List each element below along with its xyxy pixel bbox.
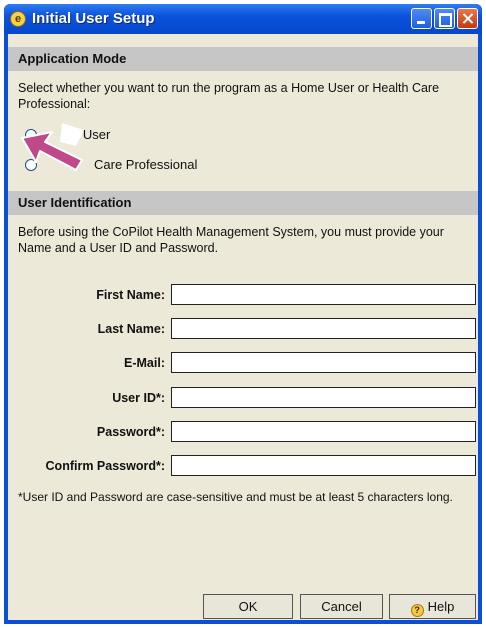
email-label: E-Mail: [124,356,165,370]
maximize-button[interactable] [434,8,455,29]
help-icon: ? [410,604,424,617]
close-button[interactable] [457,8,478,29]
health-care-professional-label[interactable]: Care Professional [94,157,197,172]
app-mode-description: Select whether you want to run the progr… [18,81,440,111]
section-header-user-id: User Identification [8,191,478,215]
user-id-label: User ID*: [112,391,165,405]
dialog-body: Application Mode Select whether you want… [8,34,478,620]
password-requirements-note: *User ID and Password are case-sensitive… [18,490,453,504]
title-bar[interactable]: e Initial User Setup [4,4,482,34]
ok-button[interactable]: OK [203,594,293,619]
user-id-description: Before using the CoPilot Health Manageme… [18,225,444,255]
last-name-label: Last Name: [97,322,165,336]
password-label: Password*: [96,425,165,439]
confirm-password-input[interactable] [171,455,476,476]
first-name-label: First Name: [96,288,165,302]
cancel-button[interactable]: Cancel [300,594,383,619]
confirm-password-label: Confirm Password*: [45,459,165,473]
password-input[interactable] [171,421,476,442]
first-name-input[interactable] [171,284,476,305]
dialog-window: e Initial User Setup Application Mode Se… [4,4,482,624]
email-input[interactable] [171,352,476,373]
last-name-input[interactable] [171,318,476,339]
section-header-app-mode: Application Mode [8,47,478,71]
help-button[interactable]: ? Help [389,594,476,619]
window-title: Initial User Setup [32,10,155,27]
pointer-arrow-icon [21,123,84,171]
user-id-input[interactable] [171,387,476,408]
minimize-button[interactable] [411,8,432,29]
app-logo-icon: e [10,11,26,27]
